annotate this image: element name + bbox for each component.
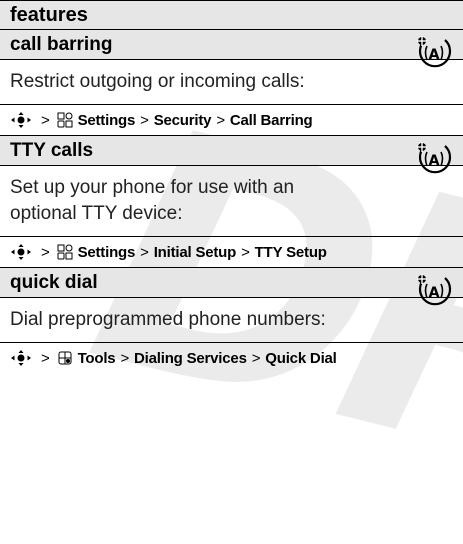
path-item: Call Barring bbox=[229, 111, 313, 129]
feature-section-call-barring: A call barring Restrict outgoing or inco… bbox=[0, 30, 463, 136]
section-title: quick dial bbox=[10, 271, 98, 293]
table-header: features bbox=[0, 0, 463, 30]
features-table: features A call barring Restrict outgoin… bbox=[0, 0, 463, 373]
feature-section-quick-dial: A quick dial Dial preprogrammed phone nu… bbox=[0, 268, 463, 373]
path-item: Initial Setup bbox=[153, 243, 237, 261]
tools-icon bbox=[58, 351, 72, 365]
section-description: Restrict outgoing or incoming calls: bbox=[0, 60, 463, 105]
description-text: Dial preprogrammed phone numbers: bbox=[10, 309, 326, 330]
section-title-row: quick dial bbox=[0, 268, 463, 298]
description-text: Restrict outgoing or incoming calls: bbox=[10, 71, 305, 92]
section-title: call barring bbox=[10, 33, 113, 55]
description-text: Set up your phone for use with an bbox=[10, 177, 295, 198]
menu-path: > Tools > Dialing Services > Quick Dial bbox=[0, 343, 463, 373]
svg-text:A: A bbox=[429, 153, 440, 169]
section-title-row: TTY calls bbox=[0, 136, 463, 166]
network-feature-icon: A bbox=[417, 36, 452, 68]
settings-icon bbox=[57, 112, 73, 128]
path-separator: > bbox=[41, 111, 50, 129]
path-separator: > bbox=[241, 243, 250, 261]
path-item: Security bbox=[153, 111, 212, 129]
path-item: Settings bbox=[77, 111, 136, 129]
menu-path: > Settings > Initial Setup > TTY Setup bbox=[0, 237, 463, 267]
path-separator: > bbox=[216, 111, 225, 129]
section-title-row: call barring bbox=[0, 30, 463, 60]
path-separator: > bbox=[140, 243, 149, 261]
section-description: Set up your phone for use with an option… bbox=[0, 166, 463, 237]
path-item: Settings bbox=[77, 243, 136, 261]
path-separator: > bbox=[251, 349, 261, 367]
section-description: Dial preprogrammed phone numbers: bbox=[0, 298, 463, 343]
path-item: TTY Setup bbox=[254, 243, 327, 261]
nav-key-icon bbox=[11, 112, 31, 128]
description-text: optional TTY device: bbox=[10, 203, 183, 224]
path-separator: > bbox=[41, 349, 50, 367]
nav-key-icon bbox=[11, 350, 31, 366]
section-title: TTY calls bbox=[10, 139, 94, 161]
svg-text:A: A bbox=[429, 47, 440, 63]
path-separator: > bbox=[41, 243, 50, 261]
feature-section-tty-calls: A TTY calls Set up your phone for use wi… bbox=[0, 136, 463, 268]
settings-icon bbox=[57, 244, 73, 260]
path-item: Quick Dial bbox=[265, 349, 337, 367]
network-feature-icon: A bbox=[417, 274, 452, 306]
svg-text:A: A bbox=[429, 285, 440, 301]
path-item: Dialing Services bbox=[134, 349, 247, 367]
header-title: features bbox=[10, 3, 88, 26]
network-feature-icon: A bbox=[417, 142, 452, 174]
path-separator: > bbox=[140, 111, 149, 129]
menu-path: > Settings > Security > Call Barring bbox=[0, 105, 463, 135]
nav-key-icon bbox=[11, 244, 31, 260]
path-separator: > bbox=[120, 349, 130, 367]
path-item: Tools bbox=[77, 349, 116, 367]
